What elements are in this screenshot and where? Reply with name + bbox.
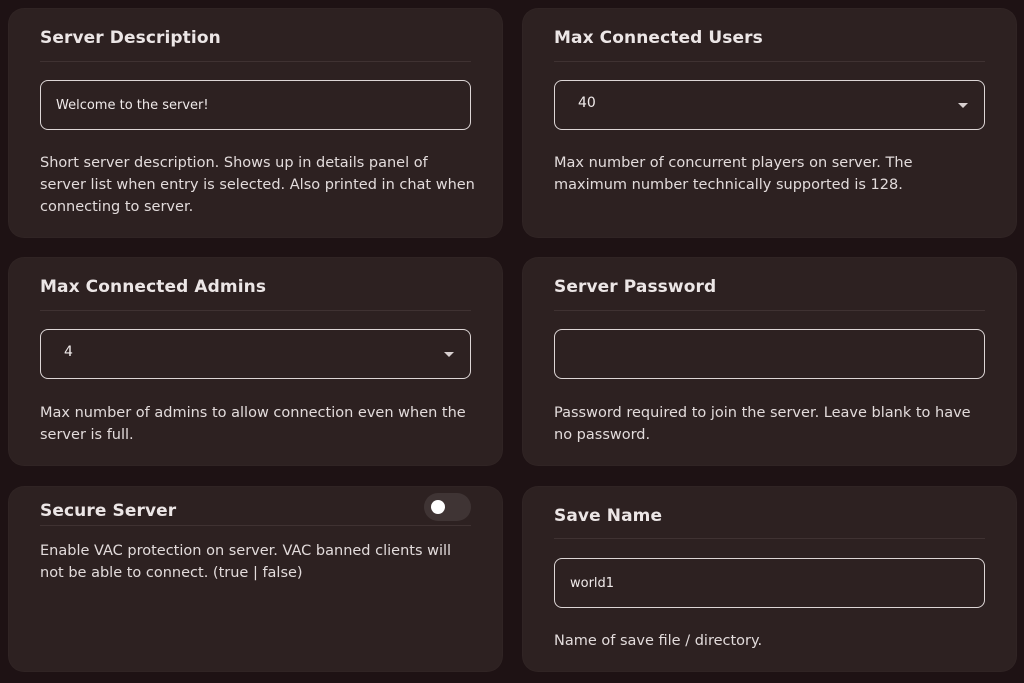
server-description-card: Server Description Welcome to the server… bbox=[8, 8, 503, 238]
max-connected-users-select[interactable]: 40 bbox=[554, 80, 985, 130]
divider bbox=[554, 310, 985, 311]
server-description-title: Server Description bbox=[40, 28, 221, 48]
secure-server-help: Enable VAC protection on server. VAC ban… bbox=[40, 543, 452, 581]
toggle-knob bbox=[431, 500, 445, 514]
max-connected-users-help: Max number of concurrent players on serv… bbox=[554, 155, 913, 193]
max-connected-users-card: Max Connected Users 40 Max number of con… bbox=[522, 8, 1017, 238]
chevron-down-icon bbox=[444, 352, 454, 357]
max-connected-users-title: Max Connected Users bbox=[554, 28, 763, 48]
chevron-down-icon bbox=[958, 103, 968, 108]
max-connected-users-value: 40 bbox=[578, 95, 596, 111]
server-password-input[interactable] bbox=[554, 329, 985, 379]
server-password-help: Password required to join the server. Le… bbox=[554, 405, 971, 443]
max-connected-admins-card: Max Connected Admins 4 Max number of adm… bbox=[8, 257, 503, 466]
secure-server-title: Secure Server bbox=[40, 501, 177, 521]
server-description-value: Welcome to the server! bbox=[56, 98, 209, 113]
secure-server-card: Secure Server Enable VAC protection on s… bbox=[8, 486, 503, 672]
divider bbox=[554, 538, 985, 539]
save-name-input[interactable]: world1 bbox=[554, 558, 985, 608]
save-name-card: Save Name world1 Name of save file / dir… bbox=[522, 486, 1017, 672]
server-description-input[interactable]: Welcome to the server! bbox=[40, 80, 471, 130]
save-name-help: Name of save file / directory. bbox=[554, 633, 763, 649]
secure-server-toggle[interactable] bbox=[424, 493, 471, 521]
max-connected-admins-title: Max Connected Admins bbox=[40, 277, 267, 297]
divider bbox=[40, 310, 471, 311]
max-connected-admins-help: Max number of admins to allow connection… bbox=[40, 405, 466, 443]
server-password-title: Server Password bbox=[554, 277, 717, 297]
server-description-help: Short server description. Shows up in de… bbox=[40, 155, 475, 215]
divider bbox=[554, 61, 985, 62]
save-name-value: world1 bbox=[570, 576, 615, 591]
divider bbox=[40, 61, 471, 62]
max-connected-admins-select[interactable]: 4 bbox=[40, 329, 471, 379]
divider bbox=[40, 525, 471, 526]
max-connected-admins-value: 4 bbox=[64, 344, 73, 360]
server-password-card: Server Password Password required to joi… bbox=[522, 257, 1017, 466]
save-name-title: Save Name bbox=[554, 506, 663, 526]
